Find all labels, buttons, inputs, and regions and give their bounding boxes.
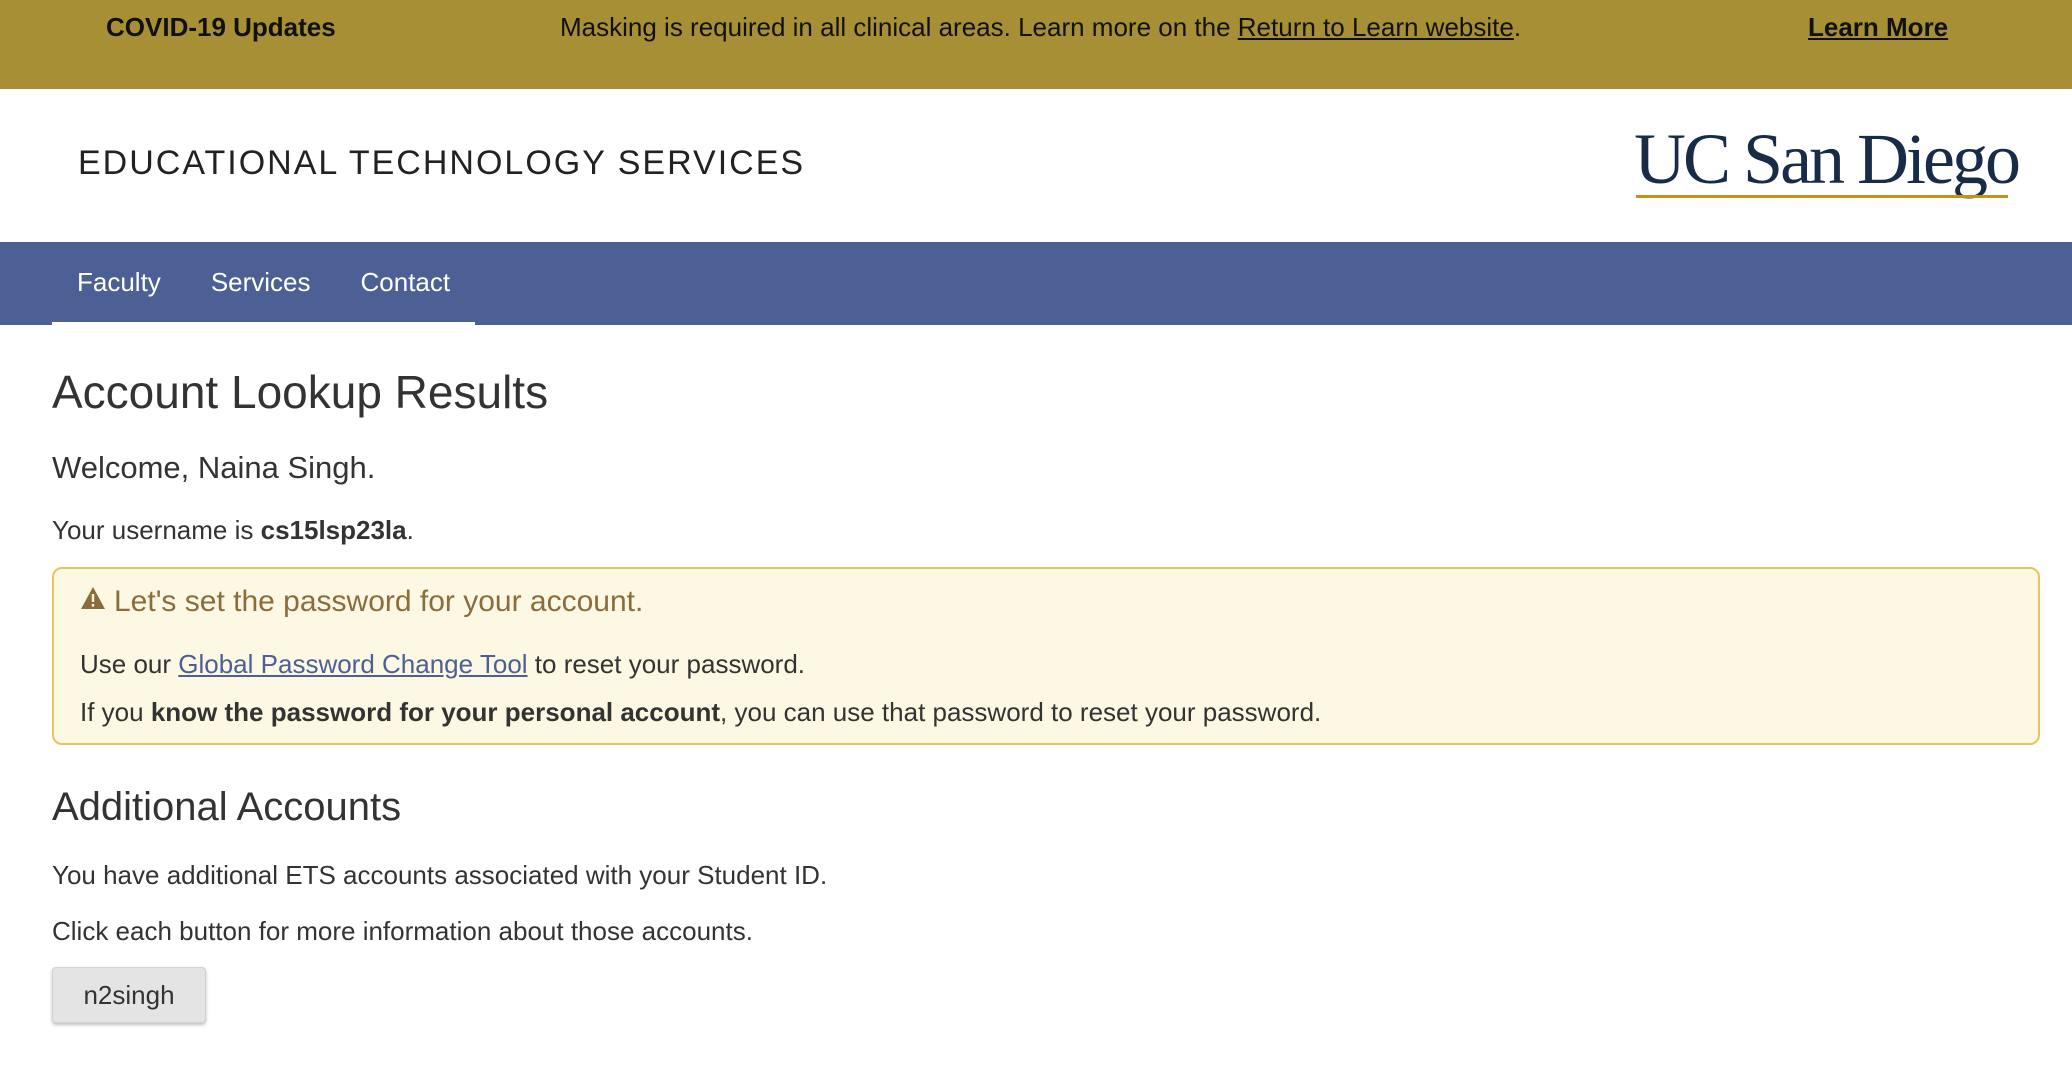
learn-more-link[interactable]: Learn More — [1808, 12, 1948, 43]
nav-item-contact[interactable]: Contact — [336, 242, 476, 322]
alert-line2-bold: know the password for your personal acco… — [150, 697, 721, 727]
password-alert: Let's set the password for your account.… — [52, 567, 2040, 745]
covid-message-suffix: . — [1513, 12, 1522, 42]
username-prefix: Your username is — [52, 515, 261, 545]
username-suffix: . — [406, 515, 414, 545]
main-nav: Faculty Services Contact — [0, 242, 2072, 325]
username-line: Your username is cs15lsp23la. — [52, 515, 414, 546]
alert-line2-prefix: If you — [80, 697, 151, 727]
alert-line2-suffix: , you can use that password to reset you… — [720, 697, 1322, 727]
covid-message-prefix: Masking is required in all clinical area… — [560, 12, 1238, 42]
nav-item-services[interactable]: Services — [186, 242, 336, 322]
covid-message: Masking is required in all clinical area… — [560, 12, 1521, 43]
alert-line1-suffix: to reset your password. — [527, 649, 806, 679]
alert-line1: Use our Global Password Change Tool to r… — [80, 649, 805, 680]
password-change-tool-link[interactable]: Global Password Change Tool — [178, 649, 527, 679]
additional-accounts-title: Additional Accounts — [52, 785, 402, 829]
site-header: EDUCATIONAL TECHNOLOGY SERVICES UC San D… — [0, 89, 2072, 242]
nav-item-faculty[interactable]: Faculty — [52, 242, 186, 322]
warning-icon — [80, 584, 106, 609]
alert-line2: If you know the password for your person… — [80, 697, 1321, 728]
return-to-learn-link[interactable]: Return to Learn website — [1238, 12, 1514, 42]
additional-info-1: You have additional ETS accounts associa… — [52, 860, 828, 890]
username-value: cs15lsp23la — [260, 515, 407, 545]
covid-title: COVID-19 Updates — [106, 12, 336, 42]
site-title[interactable]: EDUCATIONAL TECHNOLOGY SERVICES — [78, 144, 805, 183]
uc-san-diego-logo[interactable]: UC San Diego — [1634, 123, 2021, 195]
nav-items: Faculty Services Contact — [52, 242, 476, 325]
alert-heading: Let's set the password for your account. — [80, 585, 643, 619]
page-title: Account Lookup Results — [52, 366, 549, 418]
covid-banner: COVID-19 Updates Masking is required in … — [0, 0, 2072, 89]
additional-info-2: Click each button for more information a… — [52, 916, 753, 946]
alert-line1-prefix: Use our — [80, 649, 179, 679]
alert-heading-text: Let's set the password for your account. — [114, 585, 644, 618]
account-button-n2singh[interactable]: n2singh — [52, 967, 206, 1023]
welcome-message: Welcome, Naina Singh. — [52, 450, 376, 485]
logo-underline — [1636, 195, 2008, 198]
